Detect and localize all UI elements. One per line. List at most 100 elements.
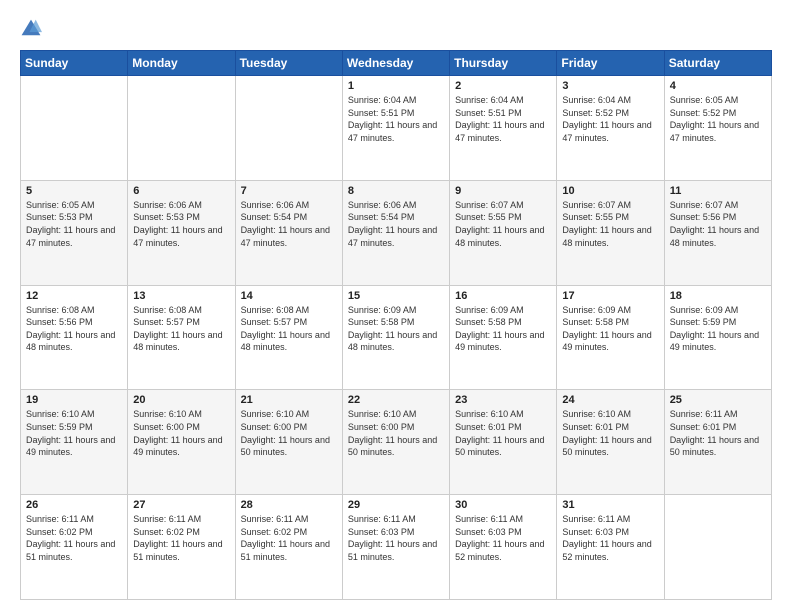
day-info: Sunrise: 6:04 AM Sunset: 5:51 PM Dayligh… <box>455 94 551 144</box>
calendar-cell <box>664 495 771 600</box>
day-info: Sunrise: 6:11 AM Sunset: 6:03 PM Dayligh… <box>562 513 658 563</box>
day-info: Sunrise: 6:08 AM Sunset: 5:57 PM Dayligh… <box>133 304 229 354</box>
calendar-cell: 5 Sunrise: 6:05 AM Sunset: 5:53 PM Daylig… <box>21 180 128 285</box>
calendar-table: SundayMondayTuesdayWednesdayThursdayFrid… <box>20 50 772 600</box>
day-info: Sunrise: 6:07 AM Sunset: 5:55 PM Dayligh… <box>562 199 658 249</box>
calendar-cell: 27Sunrise: 6:11 AM Sunset: 6:02 PM Dayli… <box>128 495 235 600</box>
day-number: 31 <box>562 499 658 511</box>
calendar-cell: 15Sunrise: 6:09 AM Sunset: 5:58 PM Dayli… <box>342 285 449 390</box>
calendar-cell: 3 Sunrise: 6:04 AM Sunset: 5:52 PM Daylig… <box>557 76 664 181</box>
calendar-week-3: 12Sunrise: 6:08 AM Sunset: 5:56 PM Dayli… <box>21 285 772 390</box>
calendar-cell: 26Sunrise: 6:11 AM Sunset: 6:02 PM Dayli… <box>21 495 128 600</box>
header <box>20 18 772 40</box>
calendar-cell: 9 Sunrise: 6:07 AM Sunset: 5:55 PM Daylig… <box>450 180 557 285</box>
day-number: 30 <box>455 499 551 511</box>
day-number: 28 <box>241 499 337 511</box>
calendar-cell: 6 Sunrise: 6:06 AM Sunset: 5:53 PM Daylig… <box>128 180 235 285</box>
calendar-cell: 7 Sunrise: 6:06 AM Sunset: 5:54 PM Daylig… <box>235 180 342 285</box>
calendar-cell: 12Sunrise: 6:08 AM Sunset: 5:56 PM Dayli… <box>21 285 128 390</box>
logo <box>20 18 46 40</box>
calendar-week-2: 5 Sunrise: 6:05 AM Sunset: 5:53 PM Daylig… <box>21 180 772 285</box>
day-info: Sunrise: 6:08 AM Sunset: 5:56 PM Dayligh… <box>26 304 122 354</box>
calendar-header: SundayMondayTuesdayWednesdayThursdayFrid… <box>21 51 772 76</box>
calendar-week-4: 19 Sunrise: 6:10 AM Sunset: 5:59 PM Dayli… <box>21 390 772 495</box>
day-info: Sunrise: 6:07 AM Sunset: 5:55 PM Dayligh… <box>455 199 551 249</box>
day-number: 19 <box>26 394 122 406</box>
calendar-cell: 19 Sunrise: 6:10 AM Sunset: 5:59 PM Dayli… <box>21 390 128 495</box>
calendar-cell: 8 Sunrise: 6:06 AM Sunset: 5:54 PM Daylig… <box>342 180 449 285</box>
header-cell-wednesday: Wednesday <box>342 51 449 76</box>
day-number: 7 <box>241 185 337 197</box>
day-info: Sunrise: 6:09 AM Sunset: 5:58 PM Dayligh… <box>562 304 658 354</box>
day-number: 2 <box>455 80 551 92</box>
header-cell-sunday: Sunday <box>21 51 128 76</box>
calendar-cell <box>21 76 128 181</box>
calendar-cell: 31 Sunrise: 6:11 AM Sunset: 6:03 PM Dayli… <box>557 495 664 600</box>
day-info: Sunrise: 6:11 AM Sunset: 6:03 PM Dayligh… <box>455 513 551 563</box>
day-number: 6 <box>133 185 229 197</box>
day-number: 20 <box>133 394 229 406</box>
day-number: 18 <box>670 290 766 302</box>
day-number: 25 <box>670 394 766 406</box>
day-info: Sunrise: 6:06 AM Sunset: 5:54 PM Dayligh… <box>241 199 337 249</box>
calendar-cell: 22 Sunrise: 6:10 AM Sunset: 6:00 PM Dayli… <box>342 390 449 495</box>
day-info: Sunrise: 6:10 AM Sunset: 6:00 PM Dayligh… <box>241 408 337 458</box>
header-cell-saturday: Saturday <box>664 51 771 76</box>
day-info: Sunrise: 6:04 AM Sunset: 5:51 PM Dayligh… <box>348 94 444 144</box>
calendar-cell: 17 Sunrise: 6:09 AM Sunset: 5:58 PM Dayli… <box>557 285 664 390</box>
day-number: 4 <box>670 80 766 92</box>
day-info: Sunrise: 6:11 AM Sunset: 6:03 PM Dayligh… <box>348 513 444 563</box>
calendar-week-5: 26Sunrise: 6:11 AM Sunset: 6:02 PM Dayli… <box>21 495 772 600</box>
day-info: Sunrise: 6:10 AM Sunset: 5:59 PM Dayligh… <box>26 408 122 458</box>
day-info: Sunrise: 6:07 AM Sunset: 5:56 PM Dayligh… <box>670 199 766 249</box>
day-info: Sunrise: 6:11 AM Sunset: 6:02 PM Dayligh… <box>26 513 122 563</box>
page: SundayMondayTuesdayWednesdayThursdayFrid… <box>0 0 792 612</box>
calendar-cell: 13 Sunrise: 6:08 AM Sunset: 5:57 PM Dayli… <box>128 285 235 390</box>
calendar-cell: 21 Sunrise: 6:10 AM Sunset: 6:00 PM Dayli… <box>235 390 342 495</box>
day-number: 3 <box>562 80 658 92</box>
day-number: 16 <box>455 290 551 302</box>
day-number: 13 <box>133 290 229 302</box>
day-number: 8 <box>348 185 444 197</box>
day-number: 15 <box>348 290 444 302</box>
day-number: 11 <box>670 185 766 197</box>
day-number: 1 <box>348 80 444 92</box>
logo-icon <box>20 18 42 40</box>
day-info: Sunrise: 6:06 AM Sunset: 5:53 PM Dayligh… <box>133 199 229 249</box>
calendar-cell: 28 Sunrise: 6:11 AM Sunset: 6:02 PM Dayli… <box>235 495 342 600</box>
day-number: 24 <box>562 394 658 406</box>
header-cell-monday: Monday <box>128 51 235 76</box>
calendar-cell: 23 Sunrise: 6:10 AM Sunset: 6:01 PM Dayli… <box>450 390 557 495</box>
day-info: Sunrise: 6:04 AM Sunset: 5:52 PM Dayligh… <box>562 94 658 144</box>
calendar-cell: 2 Sunrise: 6:04 AM Sunset: 5:51 PM Daylig… <box>450 76 557 181</box>
calendar-cell: 16Sunrise: 6:09 AM Sunset: 5:58 PM Dayli… <box>450 285 557 390</box>
day-info: Sunrise: 6:05 AM Sunset: 5:53 PM Dayligh… <box>26 199 122 249</box>
day-info: Sunrise: 6:10 AM Sunset: 6:00 PM Dayligh… <box>133 408 229 458</box>
day-number: 21 <box>241 394 337 406</box>
day-number: 5 <box>26 185 122 197</box>
calendar-cell <box>235 76 342 181</box>
day-number: 23 <box>455 394 551 406</box>
day-info: Sunrise: 6:11 AM Sunset: 6:01 PM Dayligh… <box>670 408 766 458</box>
header-row: SundayMondayTuesdayWednesdayThursdayFrid… <box>21 51 772 76</box>
calendar-cell: 11 Sunrise: 6:07 AM Sunset: 5:56 PM Dayli… <box>664 180 771 285</box>
calendar-cell: 25 Sunrise: 6:11 AM Sunset: 6:01 PM Dayli… <box>664 390 771 495</box>
calendar-cell: 24Sunrise: 6:10 AM Sunset: 6:01 PM Dayli… <box>557 390 664 495</box>
day-number: 17 <box>562 290 658 302</box>
day-info: Sunrise: 6:11 AM Sunset: 6:02 PM Dayligh… <box>133 513 229 563</box>
day-info: Sunrise: 6:10 AM Sunset: 6:00 PM Dayligh… <box>348 408 444 458</box>
day-info: Sunrise: 6:11 AM Sunset: 6:02 PM Dayligh… <box>241 513 337 563</box>
calendar-cell: 4 Sunrise: 6:05 AM Sunset: 5:52 PM Daylig… <box>664 76 771 181</box>
calendar-cell: 18Sunrise: 6:09 AM Sunset: 5:59 PM Dayli… <box>664 285 771 390</box>
day-info: Sunrise: 6:05 AM Sunset: 5:52 PM Dayligh… <box>670 94 766 144</box>
day-number: 29 <box>348 499 444 511</box>
day-number: 9 <box>455 185 551 197</box>
calendar-week-1: 1 Sunrise: 6:04 AM Sunset: 5:51 PM Daylig… <box>21 76 772 181</box>
calendar-cell: 29 Sunrise: 6:11 AM Sunset: 6:03 PM Dayli… <box>342 495 449 600</box>
header-cell-tuesday: Tuesday <box>235 51 342 76</box>
calendar-cell: 20 Sunrise: 6:10 AM Sunset: 6:00 PM Dayli… <box>128 390 235 495</box>
day-number: 22 <box>348 394 444 406</box>
day-info: Sunrise: 6:10 AM Sunset: 6:01 PM Dayligh… <box>455 408 551 458</box>
calendar-body: 1 Sunrise: 6:04 AM Sunset: 5:51 PM Daylig… <box>21 76 772 600</box>
day-info: Sunrise: 6:06 AM Sunset: 5:54 PM Dayligh… <box>348 199 444 249</box>
